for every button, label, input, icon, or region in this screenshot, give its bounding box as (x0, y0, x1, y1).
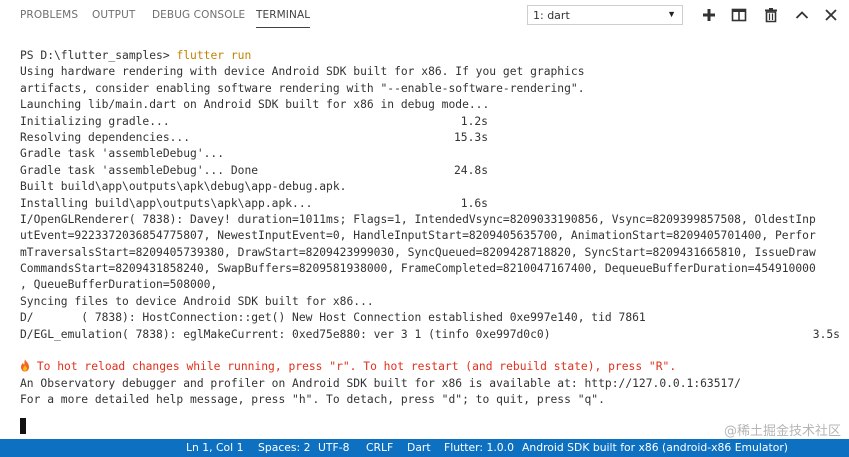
status-cursor-position[interactable]: Ln 1, Col 1 (186, 441, 243, 454)
terminal-line-text: Syncing files to device Android SDK buil… (20, 294, 374, 308)
terminal-line-timing: 24.8s (453, 163, 488, 177)
status-eol[interactable]: CRLF (366, 441, 393, 454)
terminal-output[interactable]: PS D:\flutter_samples> flutter run Using… (20, 48, 840, 409)
terminal-line: Using hardware rendering with device And… (20, 64, 840, 80)
terminal-line-timing: 1.2s (460, 114, 488, 128)
terminal-line-text: Resolving dependencies... (20, 130, 191, 144)
terminal-line-text: Built build\app\outputs\apk\debug\app-de… (20, 180, 347, 194)
status-bar: Ln 1, Col 1 Spaces: 2 UTF-8 CRLF Dart Fl… (0, 439, 849, 457)
terminal-line: utEvent=9223372036854775807, NewestInput… (20, 228, 840, 244)
status-indentation[interactable]: Spaces: 2 (258, 441, 310, 454)
terminal-line-text: Installing build\app\outputs\apk\app.apk… (20, 196, 313, 210)
terminal-command: flutter run (176, 49, 252, 62)
terminal-line-text: Launching lib/main.dart on Android SDK b… (20, 98, 490, 112)
terminal-line: artifacts, consider enabling software re… (20, 81, 840, 97)
terminal-line: Gradle task 'assembleDebug'... Done 24.8s (20, 163, 840, 179)
terminal-cursor (20, 418, 26, 434)
terminal-line: Installing build\app\outputs\apk\app.apk… (20, 196, 840, 212)
plus-icon[interactable] (700, 6, 718, 24)
terminal-line: To hot reload changes while running, pre… (20, 359, 840, 375)
terminal-line: An Observatory debugger and profiler on … (20, 376, 840, 392)
terminal-line-text: Using hardware rendering with device And… (20, 65, 585, 79)
terminal-line-text: CommandsStart=8209431858240, SwapBuffers… (20, 262, 816, 276)
tab-problems[interactable]: PROBLEMS (20, 9, 78, 21)
panel-tab-bar: PROBLEMS OUTPUT DEBUG CONSOLE TERMINAL 1… (0, 0, 849, 32)
terminal-line: , QueueBufferDuration=508000, (20, 277, 840, 293)
terminal-line-text: D/ ( 7838): HostConnection::get() New Ho… (20, 311, 646, 325)
terminal-line: Resolving dependencies... 15.3s (20, 130, 840, 146)
terminal-line: Launching lib/main.dart on Android SDK b… (20, 97, 840, 113)
terminal-line: CommandsStart=8209431858240, SwapBuffers… (20, 261, 840, 277)
chevron-up-icon[interactable] (793, 6, 811, 24)
terminal-select-value: 1: dart (533, 9, 570, 22)
terminal-line-text: I/OpenGLRenderer( 7838): Davey! duration… (20, 212, 816, 226)
split-terminal-icon[interactable] (730, 6, 748, 24)
tab-output[interactable]: OUTPUT (92, 9, 135, 21)
terminal-line: Gradle task 'assembleDebug'... (20, 146, 840, 162)
terminal-line-text: Gradle task 'assembleDebug'... Done (20, 163, 259, 177)
terminal-prompt: PS D:\flutter_samples> (20, 49, 177, 62)
terminal-line-text: An Observatory debugger and profiler on … (20, 376, 741, 390)
terminal-prompt-line: PS D:\flutter_samples> flutter run (20, 48, 840, 64)
terminal-line-text: mTraversalsStart=8209405739380, DrawStar… (20, 245, 816, 259)
terminal-line-text: utEvent=9223372036854775807, NewestInput… (20, 229, 816, 243)
terminal-line-timing: 3.5s (812, 327, 840, 341)
terminal-line-text: Initializing gradle... (20, 114, 170, 128)
terminal-line: mTraversalsStart=8209405739380, DrawStar… (20, 245, 840, 261)
status-language[interactable]: Dart (407, 441, 431, 454)
status-flutter-version[interactable]: Flutter: 1.0.0 (444, 441, 514, 454)
terminal-line: Initializing gradle... 1.2s (20, 114, 840, 130)
fire-icon (20, 359, 30, 375)
tab-terminal[interactable]: TERMINAL (256, 9, 311, 28)
terminal-line: D/EGL_emulation( 7838): eglMakeCurrent: … (20, 327, 840, 343)
terminal-line-text: artifacts, consider enabling software re… (20, 81, 585, 95)
terminal-line-text: For a more detailed help message, press … (20, 393, 605, 407)
terminal-line-text: Gradle task 'assembleDebug'... (20, 147, 225, 161)
terminal-line-text: , QueueBufferDuration=508000, (20, 278, 218, 292)
terminal-line-text: D/EGL_emulation( 7838): eglMakeCurrent: … (20, 327, 551, 341)
status-device[interactable]: Android SDK built for x86 (android-x86 E… (522, 441, 788, 454)
terminal-lines: Using hardware rendering with device And… (20, 64, 840, 408)
status-encoding[interactable]: UTF-8 (318, 441, 349, 454)
watermark: @稀土掘金技术社区 (723, 424, 841, 439)
terminal-line: Built build\app\outputs\apk\debug\app-de… (20, 179, 840, 195)
terminal-line: Syncing files to device Android SDK buil… (20, 294, 840, 310)
terminal-line: For a more detailed help message, press … (20, 392, 840, 408)
tab-debug-console[interactable]: DEBUG CONSOLE (152, 9, 245, 21)
trash-icon[interactable] (762, 6, 780, 24)
terminal-line-timing: 1.6s (460, 196, 488, 210)
terminal-select[interactable]: 1: dart ▼ (527, 5, 683, 25)
terminal-line-timing: 15.3s (453, 130, 488, 144)
chevron-down-icon: ▼ (667, 9, 676, 19)
terminal-line: I/OpenGLRenderer( 7838): Davey! duration… (20, 212, 840, 228)
terminal-line: D/ ( 7838): HostConnection::get() New Ho… (20, 310, 840, 326)
close-icon[interactable] (822, 6, 840, 24)
terminal-line-text: To hot reload changes while running, pre… (36, 360, 677, 374)
